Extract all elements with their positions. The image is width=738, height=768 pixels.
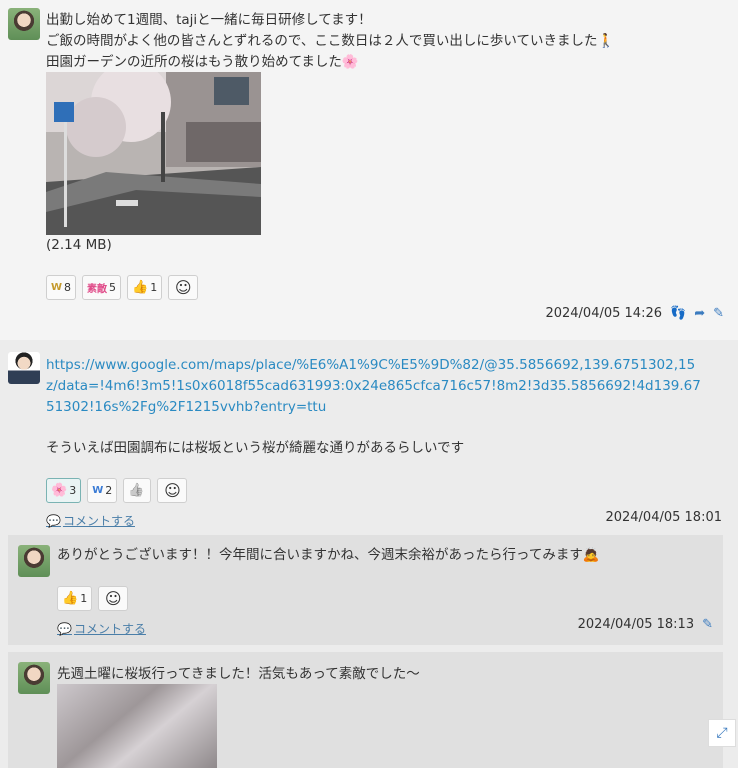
reaction-bar: 🌸 3 W 2 👍 ☺ xyxy=(46,478,188,503)
edit-icon[interactable]: ✎ xyxy=(713,306,724,321)
reaction-button[interactable]: W 2 xyxy=(87,478,118,503)
post-text-line: 出勤し始めて1週間、tajiと一緒に毎日研修してます！ xyxy=(46,12,372,28)
reaction-emoji: 🌸 xyxy=(51,483,68,498)
reply-card: ありがとうございます！！今年間に合いますかね、今週末余裕があったら行ってみます🙇… xyxy=(8,535,723,645)
reaction-button[interactable]: W 8 xyxy=(46,275,77,300)
share-icon[interactable]: ➦ xyxy=(694,306,705,321)
reaction-count: 1 xyxy=(80,592,88,605)
reply-text: ありがとうございます！！今年間に合いますかね、今週末余裕があったら行ってみます🙇 xyxy=(57,547,600,563)
reaction-button[interactable]: 素敵 5 xyxy=(82,275,122,300)
comment-label: コメントする xyxy=(73,622,146,636)
reply-text: 先週土曜に桜坂行ってきました！活気もあって素敵でした〜 xyxy=(57,666,420,682)
post-meta: 2024/04/05 18:01 xyxy=(605,510,722,525)
map-link[interactable]: https://www.google.com/maps/place/%E6%A1… xyxy=(46,355,695,375)
reaction-count: 5 xyxy=(109,281,117,294)
add-reaction-button[interactable]: ☺ xyxy=(157,478,188,503)
reaction-button[interactable]: 🌸 3 xyxy=(46,478,82,503)
timestamp: 2024/04/05 14:26 xyxy=(545,306,662,321)
file-size: (2.14 MB) xyxy=(46,237,112,253)
reaction-emoji: 👍 xyxy=(62,591,79,606)
reaction-count: 1 xyxy=(150,281,158,294)
reaction-count: 3 xyxy=(69,484,77,497)
expand-icon[interactable]: ⤢ xyxy=(708,719,736,747)
reaction-button[interactable]: 👍 xyxy=(123,478,152,503)
reaction-count: 2 xyxy=(105,484,113,497)
avatar[interactable] xyxy=(18,545,50,577)
map-link[interactable]: z/data=!4m6!3m5!1s0x6018f55cad631993:0x2… xyxy=(46,376,701,396)
reply-meta: 2024/04/05 18:13 ✎ xyxy=(578,617,713,632)
comment-label: コメントする xyxy=(62,514,135,528)
reaction-emoji: 素敵 xyxy=(87,284,108,295)
post-text-line: ご飯の時間がよく他の皆さんとずれるので、ここ数日は２人で買い出しに歩いていきまし… xyxy=(46,33,615,49)
avatar[interactable] xyxy=(8,8,40,40)
post-card: 出勤し始めて1週間、tajiと一緒に毎日研修してます！ ご飯の時間がよく他の皆さ… xyxy=(0,0,738,340)
comment-link[interactable]: 💬 コメントする xyxy=(57,620,146,637)
timestamp: 2024/04/05 18:13 xyxy=(577,617,695,632)
speech-bubble-icon: 💬 xyxy=(46,513,61,528)
reaction-bar: W 8 素敵 5 👍 1 ☺ xyxy=(46,275,199,300)
reaction-emoji: 👍 xyxy=(132,280,149,295)
edit-icon[interactable]: ✎ xyxy=(702,617,713,632)
add-reaction-button[interactable]: ☺ xyxy=(168,275,199,300)
reaction-button[interactable]: 👍 1 xyxy=(57,586,93,611)
footprint-icon[interactable]: 👣 xyxy=(670,306,686,321)
reply-card: 先週土曜に桜坂行ってきました！活気もあって素敵でした〜 xyxy=(8,652,723,768)
reaction-count: 8 xyxy=(64,281,72,294)
post-text: そういえば田園調布には桜坂という桜が綺麗な通りがあるらしいです xyxy=(46,440,465,456)
reaction-emoji: 👍 xyxy=(128,483,145,498)
reaction-bar: 👍 1 ☺ xyxy=(57,586,129,611)
speech-bubble-icon: 💬 xyxy=(57,621,72,636)
reaction-button[interactable]: 👍 1 xyxy=(127,275,163,300)
map-link[interactable]: 51302!16s%2Fg%2F1215vvhb?entry=ttu xyxy=(46,397,326,417)
reaction-emoji: W xyxy=(92,485,104,496)
comment-link[interactable]: 💬 コメントする xyxy=(46,512,135,529)
reaction-emoji: W xyxy=(51,282,63,293)
post-text-line: 田園ガーデンの近所の桜はもう散り始めてました🌸 xyxy=(46,54,359,70)
attached-photo[interactable] xyxy=(46,72,261,235)
add-reaction-button[interactable]: ☺ xyxy=(98,586,129,611)
attached-photo[interactable] xyxy=(57,684,217,768)
post-meta: 2024/04/05 14:26 👣 ➦ ✎ xyxy=(545,306,724,321)
timestamp: 2024/04/05 18:01 xyxy=(605,510,722,525)
avatar[interactable] xyxy=(8,352,40,384)
avatar[interactable] xyxy=(18,662,50,694)
